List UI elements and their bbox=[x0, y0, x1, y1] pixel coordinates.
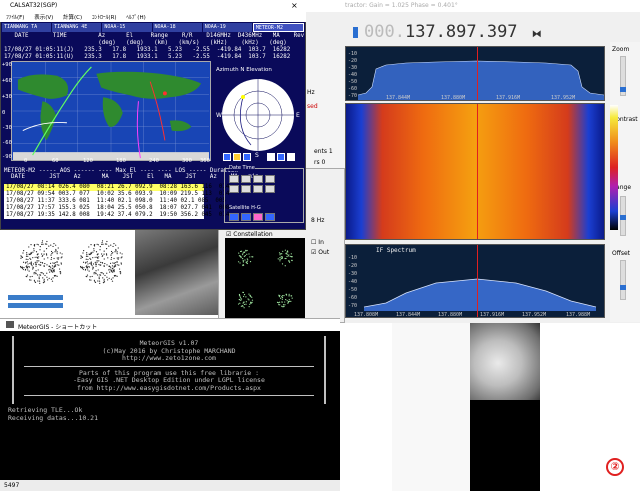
satellite-image-preview bbox=[135, 230, 220, 315]
tool-icon-6[interactable] bbox=[287, 153, 295, 161]
progress-bar-2 bbox=[8, 303, 63, 308]
menu-calc[interactable]: 計算(C) bbox=[63, 15, 82, 21]
satellite-cloud-image bbox=[470, 323, 540, 403]
spectrum-trace bbox=[357, 60, 604, 100]
calsat-icon-toolbar bbox=[223, 153, 303, 163]
svg-text:E: E bbox=[296, 112, 300, 119]
if-spectrum-trace bbox=[363, 278, 597, 311]
progress-bar bbox=[8, 295, 63, 300]
waterfall-display[interactable] bbox=[345, 103, 605, 240]
table-row[interactable]: 17/08/27 08:14 026.4 080 08:21 26.7 092.… bbox=[4, 184, 229, 191]
constellation-scatter-left bbox=[19, 240, 63, 284]
offset-slider[interactable] bbox=[620, 260, 626, 300]
time-step-button-5[interactable] bbox=[229, 185, 239, 193]
world-map[interactable] bbox=[11, 61, 211, 161]
frequency-display[interactable]: 000.137.897.397 ⧓ bbox=[350, 22, 542, 42]
image-viewer-black bbox=[470, 400, 540, 491]
console-banner: MeteorGIS v1.07 (c)May 2016 by Christoph… bbox=[12, 336, 326, 404]
time-step-button-8[interactable] bbox=[265, 185, 275, 193]
satellite-button-2[interactable] bbox=[241, 213, 251, 221]
constellation-scatter-right bbox=[79, 240, 123, 284]
constellation-checkbox[interactable]: ☑ Constellation bbox=[226, 231, 273, 238]
tune-icon[interactable]: ⧓ bbox=[532, 29, 542, 40]
table-row[interactable]: 17/08/27 11:37 333.6 081 11:40 02.1 098.… bbox=[4, 198, 226, 205]
satellite-button-3[interactable] bbox=[253, 213, 263, 221]
zoom-label: Zoom bbox=[612, 46, 630, 53]
data-header: DATE TIME Az El Range R/R D146MHz D436MH… bbox=[4, 33, 305, 39]
table-row[interactable]: 17/08/27 17:57 155.3 025 18:04 25.5 050.… bbox=[4, 205, 229, 212]
menu-view[interactable]: 表示(V) bbox=[34, 15, 53, 21]
taskbar: 5497 bbox=[0, 480, 340, 491]
center-frequency-line bbox=[477, 47, 478, 100]
satellite-button-1[interactable] bbox=[229, 213, 239, 221]
data-row-utc: 17/08/27 01:05:11(U) 235.3 17.8 1933.1 5… bbox=[4, 54, 291, 60]
meteorgis-console[interactable]: MeteorGIS v1.07 (c)May 2016 by Christoph… bbox=[0, 331, 340, 480]
calsat-menu-bar: ﾌｧｲﾙ(F) 表示(V) 計算(C) ｺﾝﾄﾛｰﾙ(R) ﾍﾙﾌﾟ(H) bbox=[0, 12, 306, 22]
if-center-line bbox=[477, 245, 478, 317]
tab-tianwang-4e[interactable]: TIANWANG 4E bbox=[52, 23, 102, 32]
tool-icon-1[interactable] bbox=[223, 153, 231, 161]
constellation-plot bbox=[225, 238, 305, 320]
console-log-line: Retrieving TLE...Ok bbox=[8, 406, 83, 414]
azimuth-elevation-plot[interactable]: W E S bbox=[213, 67, 303, 157]
tool-icon-5[interactable] bbox=[277, 153, 285, 161]
if-spectrum[interactable]: IF Spectrum -10 -20 -30 -40 -50 -60 -70 … bbox=[345, 244, 605, 318]
time-step-button-3[interactable] bbox=[253, 175, 263, 183]
datetime-controls: Date Time Satellite H-G bbox=[224, 165, 304, 223]
spectrum-analyzer[interactable]: -10 -20 -30 -40 -50 -60 -70 137.844M 137… bbox=[345, 46, 605, 101]
tool-icon-4[interactable] bbox=[267, 153, 275, 161]
tab-noaa-18[interactable]: NOAA-18 bbox=[152, 23, 202, 32]
time-step-button-6[interactable] bbox=[241, 185, 251, 193]
range-slider[interactable] bbox=[620, 196, 626, 236]
meteorgis-title-bar: MeteorGIS - ショートカット bbox=[0, 318, 340, 331]
tab-tianwang-ta[interactable]: TIANWANG TA bbox=[2, 23, 52, 32]
tab-noaa-15[interactable]: NOAA-15 bbox=[102, 23, 152, 32]
satellite-button-4[interactable] bbox=[265, 213, 275, 221]
console-log-line: Receiving datas...10.21 bbox=[8, 414, 99, 422]
radio-out[interactable]: ☑ Out bbox=[311, 249, 329, 256]
sdr-window-title: tractor: Gain = 1.025 Phase = 0.401° bbox=[305, 0, 640, 12]
data-units: (deg) (deg) (km) (km/s) (kHz) (kHz) (deg… bbox=[4, 40, 287, 46]
menu-control[interactable]: ｺﾝﾄﾛｰﾙ(R) bbox=[92, 15, 117, 21]
pass-table[interactable]: 17/08/27 08:14 026.4 080 08:21 26.7 092.… bbox=[4, 184, 229, 219]
tab-meteor-m2[interactable]: METEOR-M2 bbox=[252, 23, 305, 32]
menu-help[interactable]: ﾍﾙﾌﾟ(H) bbox=[126, 15, 145, 21]
tool-icon-2[interactable] bbox=[233, 153, 241, 161]
annotation-number: ② bbox=[606, 458, 624, 476]
table-row[interactable]: 17/08/27 19:35 142.8 008 19:42 37.4 079.… bbox=[4, 212, 229, 219]
time-step-button-7[interactable] bbox=[253, 185, 263, 193]
pass-table-header: METEOR-M2 ----- AOS ------ ---- Max El -… bbox=[4, 168, 259, 180]
tab-noaa-19[interactable]: NOAA-19 bbox=[202, 23, 252, 32]
offset-label: Offset bbox=[612, 250, 631, 257]
waterfall-center-line bbox=[477, 104, 478, 239]
satellite-tabs: TIANWANG TA TIANWANG 4E NOAA-15 NOAA-18 … bbox=[2, 23, 305, 32]
radio-in[interactable]: ☐ In bbox=[311, 239, 324, 246]
color-scale-bar bbox=[610, 105, 618, 230]
console-icon bbox=[6, 321, 14, 328]
time-step-button-2[interactable] bbox=[241, 175, 251, 183]
tool-icon-3[interactable] bbox=[243, 153, 251, 161]
time-step-button-4[interactable] bbox=[265, 175, 275, 183]
table-row[interactable]: 17/08/27 09:54 003.7 077 10:02 35.6 093.… bbox=[4, 191, 229, 198]
menu-file[interactable]: ﾌｧｲﾙ(F) bbox=[6, 15, 24, 21]
data-row-local: 17/08/27 01:05:11(J) 235.3 17.8 1933.1 5… bbox=[4, 47, 291, 53]
svg-text:W: W bbox=[216, 112, 222, 119]
zoom-slider[interactable] bbox=[620, 56, 626, 96]
background-strip bbox=[392, 323, 470, 491]
close-icon[interactable]: × bbox=[291, 1, 298, 10]
time-step-button-1[interactable] bbox=[229, 175, 239, 183]
calsat-title-bar: CALSAT32(SGP) bbox=[0, 0, 306, 12]
